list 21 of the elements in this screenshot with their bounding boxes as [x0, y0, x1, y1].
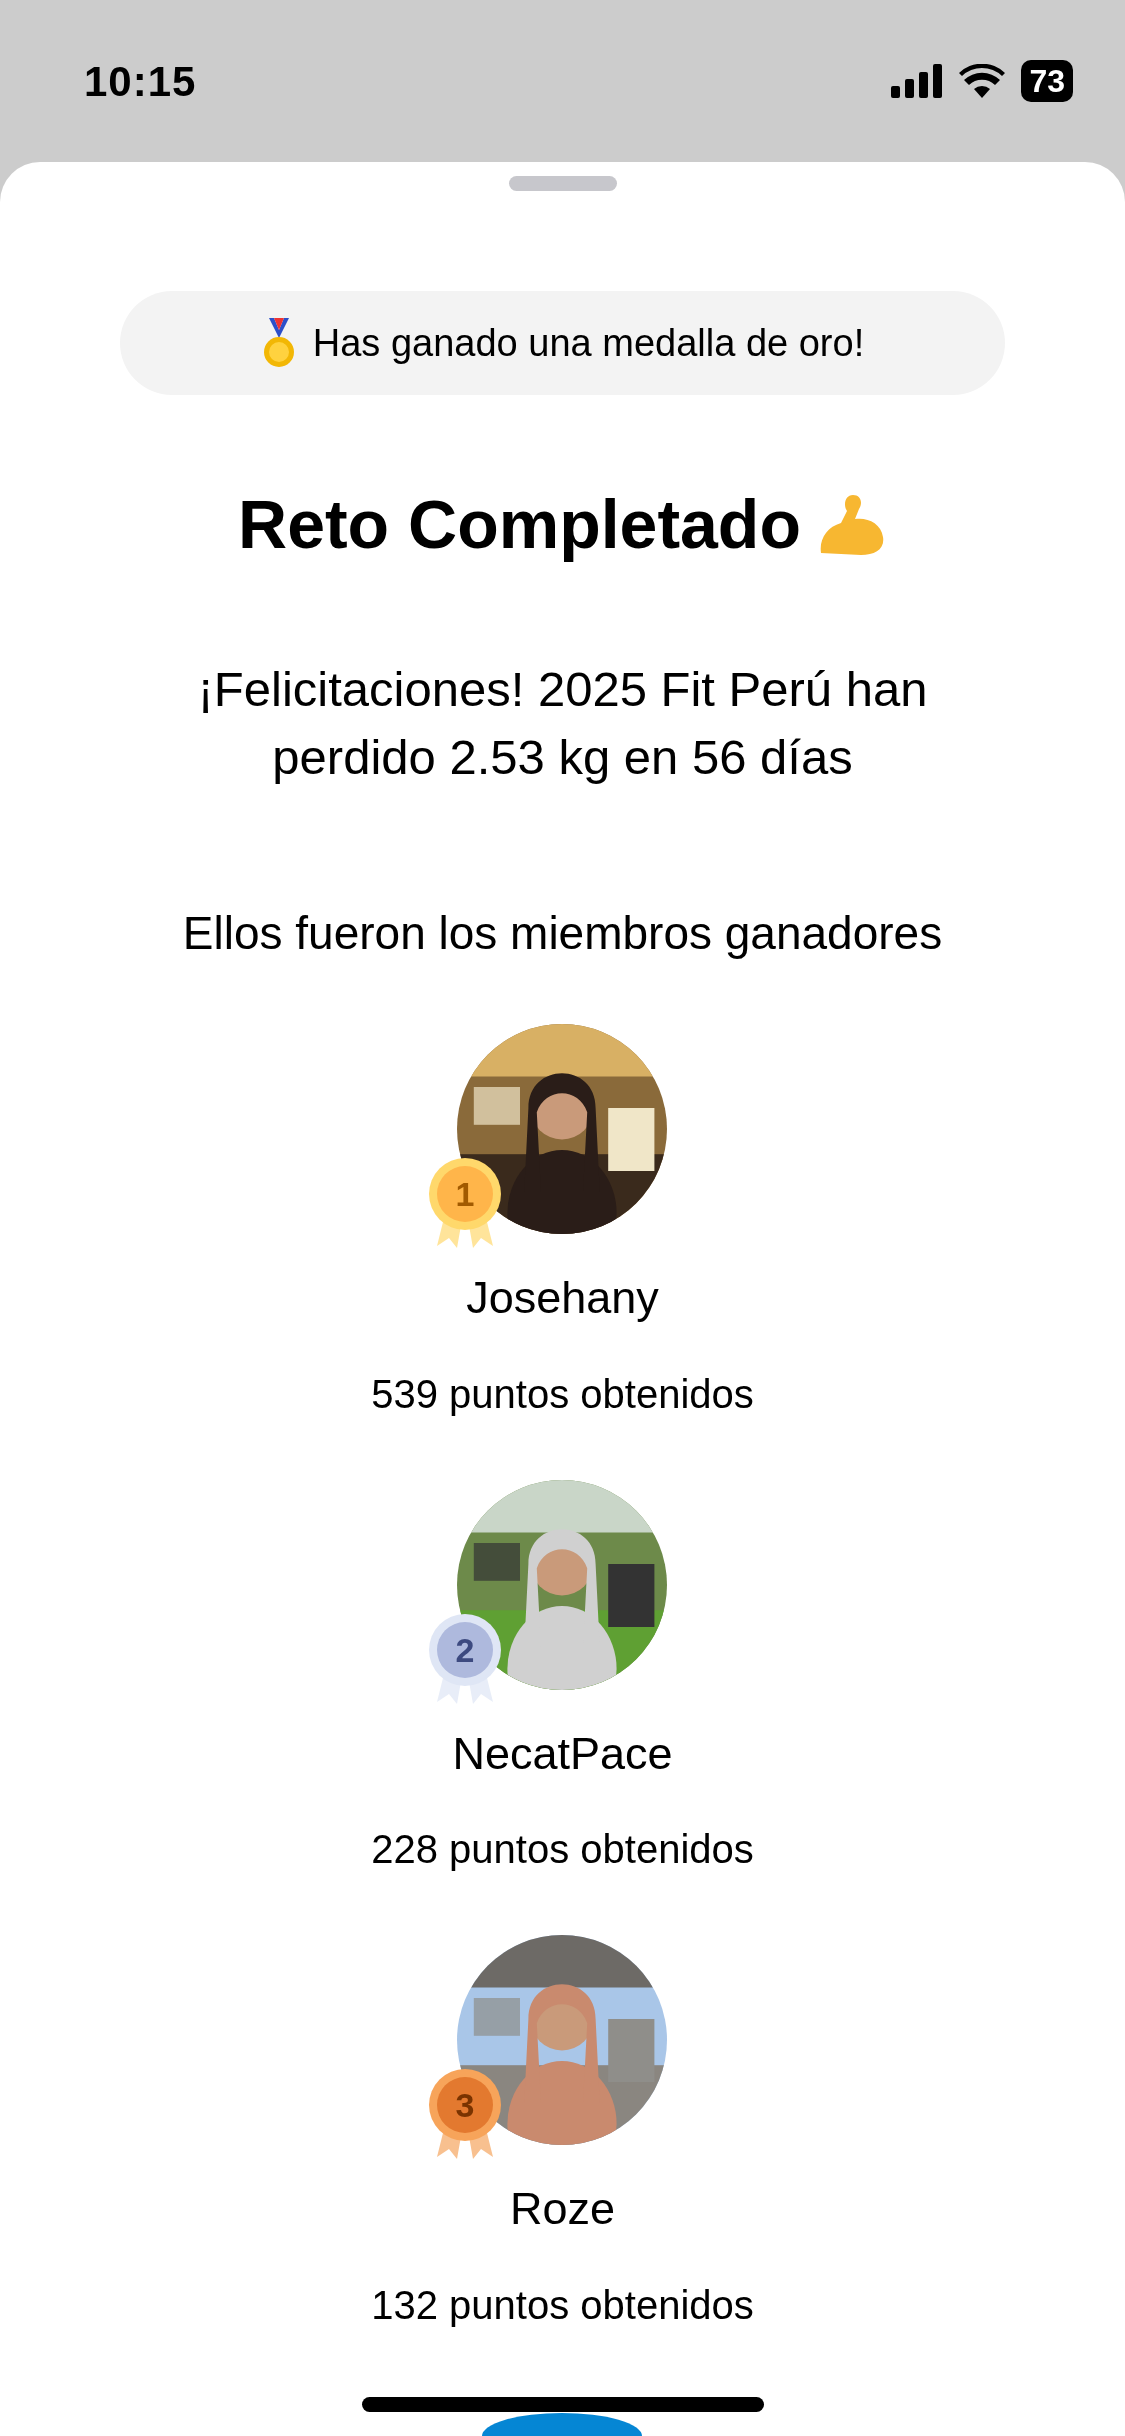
- winner-name: Roze: [509, 2182, 615, 2236]
- medal-rank: 2: [456, 1630, 475, 1669]
- status-time: 10:15: [84, 56, 197, 107]
- signal-icon: [891, 64, 944, 98]
- medal-icon: [429, 1158, 502, 1248]
- title: Reto Completado: [238, 485, 801, 564]
- banner-text: Has ganado una medalla de oro!: [312, 320, 865, 366]
- medal-icon: [429, 2069, 502, 2159]
- winner-name: NecatPace: [452, 1726, 673, 1781]
- winner-name: Josehany: [466, 1271, 659, 1325]
- medal-rank: 3: [456, 2086, 475, 2124]
- drag-handle[interactable]: [508, 176, 617, 191]
- winners-heading: Ellos fueron los miembros ganadores: [182, 906, 943, 961]
- winner-points: 228 puntos obtenidos: [371, 1826, 754, 1873]
- medal-icon: [429, 1613, 502, 1704]
- winner-points: 539 puntos obtenidos: [371, 1370, 754, 1418]
- winner-points: 132 puntos obtenidos: [371, 2281, 754, 2329]
- wifi-icon: [959, 64, 1006, 98]
- medal-rank: 1: [456, 1175, 475, 1213]
- congrats-message: ¡Felicitaciones! 2025 Fit Perú han perdido 2.53 kg en 56 días: [196, 661, 929, 786]
- battery-icon: 73: [1021, 60, 1073, 102]
